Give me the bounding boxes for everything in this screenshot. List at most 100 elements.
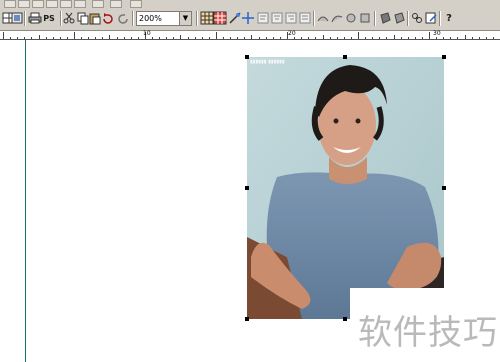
ruler-tick <box>358 32 359 39</box>
ruler-tick <box>124 37 125 39</box>
selected-photo[interactable]: ▮▮▮▮▮▮ ▮▮▮▮▮▮ <box>247 57 444 319</box>
resize-handle-top[interactable] <box>343 55 347 59</box>
print-icon[interactable] <box>28 11 42 25</box>
ruler-tick <box>450 37 451 39</box>
ruler-tick <box>386 37 387 39</box>
ruler-tick <box>53 37 54 39</box>
shape-tool-icon[interactable] <box>358 11 372 25</box>
ruler-tick <box>173 37 174 39</box>
help-button[interactable]: ? <box>442 11 456 25</box>
justify-icon[interactable] <box>298 11 312 25</box>
grid-table-icon[interactable] <box>213 11 227 25</box>
ruler-tick <box>39 35 40 39</box>
postscript-button[interactable]: PS <box>42 11 56 25</box>
ruler-tick <box>117 37 118 39</box>
fill-icon[interactable] <box>378 11 392 25</box>
zoom-select[interactable]: 200% ▼ <box>136 11 192 26</box>
undo-icon[interactable] <box>101 11 115 25</box>
ruler-tick <box>351 37 352 39</box>
align-left-icon[interactable] <box>256 11 270 25</box>
resize-handle-top-left[interactable] <box>245 55 249 59</box>
ruler-tick <box>301 37 302 39</box>
shape-tool-icon[interactable] <box>316 11 330 25</box>
ruler-tick <box>24 37 25 39</box>
mini-tool-button[interactable] <box>32 0 44 8</box>
ruler-tick <box>308 37 309 39</box>
ruler-tick <box>408 37 409 39</box>
edit-page-icon[interactable] <box>424 11 438 25</box>
ruler-tick <box>422 37 423 39</box>
ruler-tick <box>138 37 139 39</box>
toolbar-separator <box>24 11 25 26</box>
ruler-tick <box>17 37 18 39</box>
crosshair-icon[interactable] <box>241 11 255 25</box>
ruler-tick <box>74 32 75 39</box>
toolbar-separator <box>132 11 133 26</box>
ruler-tick <box>81 37 82 39</box>
resize-handle-top-right[interactable] <box>442 55 446 59</box>
ruler-tick <box>195 37 196 39</box>
align-center-icon[interactable] <box>270 11 284 25</box>
frame-icon[interactable] <box>10 11 24 25</box>
ruler-tick <box>223 37 224 39</box>
mini-tool-button[interactable] <box>60 0 72 8</box>
shape-tool-icon[interactable] <box>330 11 344 25</box>
ruler-tick <box>394 35 395 39</box>
guide-tool-icon[interactable] <box>228 11 242 25</box>
mini-tool-button[interactable] <box>110 0 122 8</box>
ruler-tick <box>479 37 480 39</box>
ruler-tick <box>337 37 338 39</box>
ruler-tick <box>379 37 380 39</box>
ruler-tick <box>266 37 267 39</box>
ruler-tick <box>472 37 473 39</box>
ruler-tick <box>323 35 324 39</box>
stroke-icon[interactable] <box>392 11 406 25</box>
toolbar-separator <box>313 11 314 26</box>
ruler-tick <box>209 37 210 39</box>
resize-handle-bottom-left[interactable] <box>245 317 249 321</box>
ruler-tick <box>67 37 68 39</box>
ruler-tick <box>280 37 281 39</box>
ruler-tick <box>188 37 189 39</box>
mini-tool-button[interactable] <box>92 0 104 8</box>
ruler-tick <box>31 37 32 39</box>
resize-handle-bottom[interactable] <box>343 317 347 321</box>
ruler-tick <box>429 32 430 39</box>
chevron-down-icon[interactable]: ▼ <box>179 12 191 25</box>
mini-tool-button[interactable] <box>74 0 86 8</box>
mini-tool-button[interactable] <box>130 0 142 8</box>
ruler-tick <box>415 37 416 39</box>
ruler-tick <box>457 37 458 39</box>
paste-icon[interactable] <box>88 11 102 25</box>
link-icon[interactable] <box>410 11 424 25</box>
mini-tool-button[interactable] <box>46 0 58 8</box>
ruler-tick <box>202 37 203 39</box>
ruler-label: 30 <box>433 30 441 37</box>
resize-handle-right[interactable] <box>442 186 446 190</box>
toolbar-separator <box>196 11 197 26</box>
ruler-tick <box>180 35 181 39</box>
ruler-tick <box>486 37 487 39</box>
ruler-tick <box>152 37 153 39</box>
ruler-tick <box>259 37 260 39</box>
redo-icon[interactable] <box>116 11 130 25</box>
zoom-value: 200% <box>139 14 162 23</box>
photo-watermark-caption: ▮▮▮▮▮▮ ▮▮▮▮▮▮ <box>250 59 285 65</box>
cut-icon[interactable] <box>62 11 76 25</box>
ruler-label: 20 <box>288 30 296 37</box>
shape-tool-icon[interactable] <box>344 11 358 25</box>
mini-tool-button[interactable] <box>4 0 16 8</box>
ruler-tick <box>365 37 366 39</box>
ruler-tick <box>46 37 47 39</box>
resize-handle-left[interactable] <box>245 186 249 190</box>
ruler-tick <box>372 37 373 39</box>
ruler-tick <box>251 35 252 39</box>
mini-tool-button[interactable] <box>18 0 30 8</box>
margin-guide <box>25 40 26 362</box>
ruler-tick <box>216 32 217 39</box>
ruler-tick <box>237 37 238 39</box>
watermark-text: 软件技巧 <box>358 313 498 353</box>
ruler-tick <box>493 37 494 39</box>
align-right-icon[interactable] <box>284 11 298 25</box>
table-icon[interactable] <box>200 11 214 25</box>
